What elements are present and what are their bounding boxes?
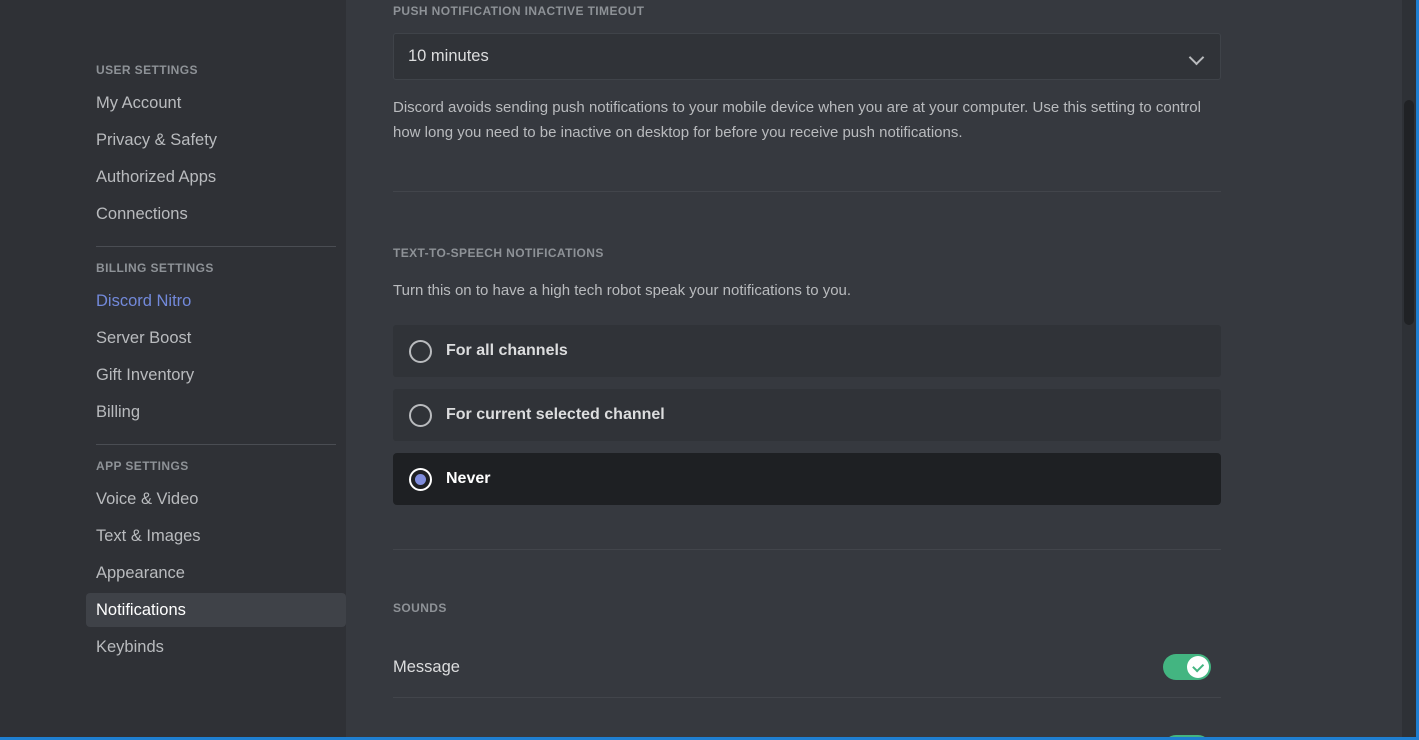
- sidebar-item-keybinds[interactable]: Keybinds: [86, 630, 346, 664]
- sidebar-item-authorized-apps[interactable]: Authorized Apps: [86, 160, 346, 194]
- radio-selected-icon: [409, 467, 432, 491]
- toggle-knob-check-icon: [1187, 656, 1209, 678]
- tts-option-label: Never: [446, 470, 491, 487]
- section-divider: [393, 549, 1221, 550]
- push-timeout-selected-value: 10 minutes: [408, 47, 489, 65]
- sidebar-item-text-images[interactable]: Text & Images: [86, 519, 346, 553]
- push-timeout-description: Discord avoids sending push notification…: [393, 99, 1201, 141]
- sidebar-item-voice-video[interactable]: Voice & Video: [86, 482, 346, 516]
- settings-window: USER SETTINGS My Account Privacy & Safet…: [0, 0, 1419, 740]
- sidebar-divider: [96, 444, 336, 445]
- sidebar-group-header-app-settings: APP SETTINGS: [96, 459, 189, 473]
- radio-unselected-icon: [409, 339, 432, 363]
- sidebar-item-notifications[interactable]: Notifications: [86, 593, 346, 627]
- radio-unselected-icon: [409, 403, 432, 427]
- tts-option-for-current-selected-channel[interactable]: For current selected channel: [393, 389, 1221, 441]
- sidebar-item-billing[interactable]: Billing: [86, 395, 346, 429]
- notifications-panel: PUSH NOTIFICATION INACTIVE TIMEOUT 10 mi…: [393, 0, 1221, 740]
- tts-label: TEXT-TO-SPEECH NOTIFICATIONS: [393, 246, 604, 260]
- sidebar-group-header-billing-settings: BILLING SETTINGS: [96, 261, 214, 275]
- tts-radio-group: For all channels For current selected ch…: [393, 325, 1221, 505]
- sound-name: Message: [393, 657, 460, 676]
- sidebar-item-my-account[interactable]: My Account: [86, 86, 346, 120]
- sidebar-divider: [96, 246, 336, 247]
- row-divider: [393, 697, 1221, 698]
- content-scrollbar-thumb[interactable]: [1404, 100, 1414, 325]
- content-scrollbar-track[interactable]: [1402, 0, 1416, 740]
- push-timeout-dropdown[interactable]: 10 minutes: [393, 33, 1221, 80]
- settings-sidebar: USER SETTINGS My Account Privacy & Safet…: [0, 0, 346, 740]
- sidebar-nav: USER SETTINGS My Account Privacy & Safet…: [86, 0, 346, 667]
- section-divider: [393, 191, 1221, 192]
- tts-option-label: For all channels: [446, 342, 568, 359]
- tts-option-label: For current selected channel: [446, 406, 665, 423]
- sidebar-item-discord-nitro[interactable]: Discord Nitro: [86, 284, 346, 318]
- sound-row-message: Message: [393, 639, 1211, 695]
- chevron-down-icon: [1190, 52, 1204, 61]
- tts-description: Turn this on to have a high tech robot s…: [393, 282, 852, 299]
- push-timeout-label: PUSH NOTIFICATION INACTIVE TIMEOUT: [393, 4, 645, 18]
- tts-option-for-all-channels[interactable]: For all channels: [393, 325, 1221, 377]
- sidebar-item-privacy-safety[interactable]: Privacy & Safety: [86, 123, 346, 157]
- sidebar-item-connections[interactable]: Connections: [86, 197, 346, 231]
- sound-toggle-message[interactable]: [1163, 654, 1211, 680]
- sidebar-item-server-boost[interactable]: Server Boost: [86, 321, 346, 355]
- settings-content: PUSH NOTIFICATION INACTIVE TIMEOUT 10 mi…: [346, 0, 1419, 740]
- sidebar-item-appearance[interactable]: Appearance: [86, 556, 346, 590]
- sidebar-item-gift-inventory[interactable]: Gift Inventory: [86, 358, 346, 392]
- sidebar-group-header-user-settings: USER SETTINGS: [96, 63, 198, 77]
- sounds-label: SOUNDS: [393, 601, 447, 615]
- tts-option-never[interactable]: Never: [393, 453, 1221, 505]
